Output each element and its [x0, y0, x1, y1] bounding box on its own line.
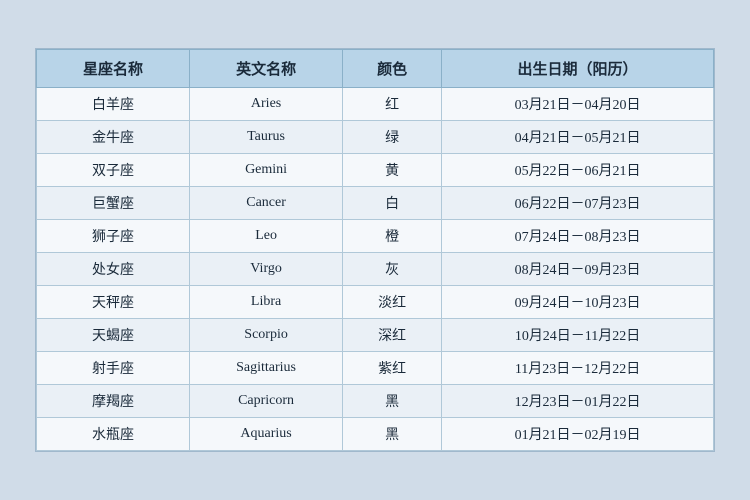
table-cell-9-2: 黑 — [343, 385, 442, 418]
table-row: 巨蟹座Cancer白06月22日－07月23日 — [37, 187, 714, 220]
table-cell-7-0: 天蝎座 — [37, 319, 190, 352]
table-cell-5-1: Virgo — [190, 253, 343, 286]
table-cell-3-1: Cancer — [190, 187, 343, 220]
table-row: 双子座Gemini黄05月22日－06月21日 — [37, 154, 714, 187]
table-cell-1-2: 绿 — [343, 121, 442, 154]
table-cell-3-3: 06月22日－07月23日 — [442, 187, 714, 220]
table-cell-7-1: Scorpio — [190, 319, 343, 352]
table-header-col-1: 英文名称 — [190, 50, 343, 88]
table-cell-4-1: Leo — [190, 220, 343, 253]
table-cell-5-2: 灰 — [343, 253, 442, 286]
table-cell-2-3: 05月22日－06月21日 — [442, 154, 714, 187]
table-cell-1-0: 金牛座 — [37, 121, 190, 154]
table-cell-6-3: 09月24日－10月23日 — [442, 286, 714, 319]
table-body: 白羊座Aries红03月21日－04月20日金牛座Taurus绿04月21日－0… — [37, 88, 714, 451]
table-row: 金牛座Taurus绿04月21日－05月21日 — [37, 121, 714, 154]
table-row: 处女座Virgo灰08月24日－09月23日 — [37, 253, 714, 286]
table-cell-3-0: 巨蟹座 — [37, 187, 190, 220]
table-cell-0-1: Aries — [190, 88, 343, 121]
table-cell-0-3: 03月21日－04月20日 — [442, 88, 714, 121]
table-cell-6-1: Libra — [190, 286, 343, 319]
table-cell-2-0: 双子座 — [37, 154, 190, 187]
table-cell-10-0: 水瓶座 — [37, 418, 190, 451]
table-cell-8-0: 射手座 — [37, 352, 190, 385]
table-cell-5-0: 处女座 — [37, 253, 190, 286]
table-cell-2-2: 黄 — [343, 154, 442, 187]
table-cell-4-0: 狮子座 — [37, 220, 190, 253]
table-header-row: 星座名称英文名称颜色出生日期（阳历） — [37, 50, 714, 88]
table-row: 白羊座Aries红03月21日－04月20日 — [37, 88, 714, 121]
table-cell-3-2: 白 — [343, 187, 442, 220]
table-cell-0-2: 红 — [343, 88, 442, 121]
table-cell-10-1: Aquarius — [190, 418, 343, 451]
table-header-col-0: 星座名称 — [37, 50, 190, 88]
table-cell-4-3: 07月24日－08月23日 — [442, 220, 714, 253]
table-header-col-3: 出生日期（阳历） — [442, 50, 714, 88]
table-cell-9-1: Capricorn — [190, 385, 343, 418]
table-header-col-2: 颜色 — [343, 50, 442, 88]
table-cell-7-2: 深红 — [343, 319, 442, 352]
table-cell-1-1: Taurus — [190, 121, 343, 154]
table-cell-4-2: 橙 — [343, 220, 442, 253]
table-row: 水瓶座Aquarius黑01月21日－02月19日 — [37, 418, 714, 451]
table-cell-9-3: 12月23日－01月22日 — [442, 385, 714, 418]
table-row: 天秤座Libra淡红09月24日－10月23日 — [37, 286, 714, 319]
table-cell-8-1: Sagittarius — [190, 352, 343, 385]
zodiac-table: 星座名称英文名称颜色出生日期（阳历） 白羊座Aries红03月21日－04月20… — [36, 49, 714, 451]
zodiac-table-container: 星座名称英文名称颜色出生日期（阳历） 白羊座Aries红03月21日－04月20… — [35, 48, 715, 452]
table-cell-2-1: Gemini — [190, 154, 343, 187]
table-cell-6-2: 淡红 — [343, 286, 442, 319]
table-row: 狮子座Leo橙07月24日－08月23日 — [37, 220, 714, 253]
table-cell-0-0: 白羊座 — [37, 88, 190, 121]
table-cell-8-3: 11月23日－12月22日 — [442, 352, 714, 385]
table-row: 摩羯座Capricorn黑12月23日－01月22日 — [37, 385, 714, 418]
table-row: 天蝎座Scorpio深红10月24日－11月22日 — [37, 319, 714, 352]
table-cell-6-0: 天秤座 — [37, 286, 190, 319]
table-cell-5-3: 08月24日－09月23日 — [442, 253, 714, 286]
table-cell-9-0: 摩羯座 — [37, 385, 190, 418]
table-cell-8-2: 紫红 — [343, 352, 442, 385]
table-cell-10-3: 01月21日－02月19日 — [442, 418, 714, 451]
table-row: 射手座Sagittarius紫红11月23日－12月22日 — [37, 352, 714, 385]
table-cell-10-2: 黑 — [343, 418, 442, 451]
table-cell-7-3: 10月24日－11月22日 — [442, 319, 714, 352]
table-cell-1-3: 04月21日－05月21日 — [442, 121, 714, 154]
